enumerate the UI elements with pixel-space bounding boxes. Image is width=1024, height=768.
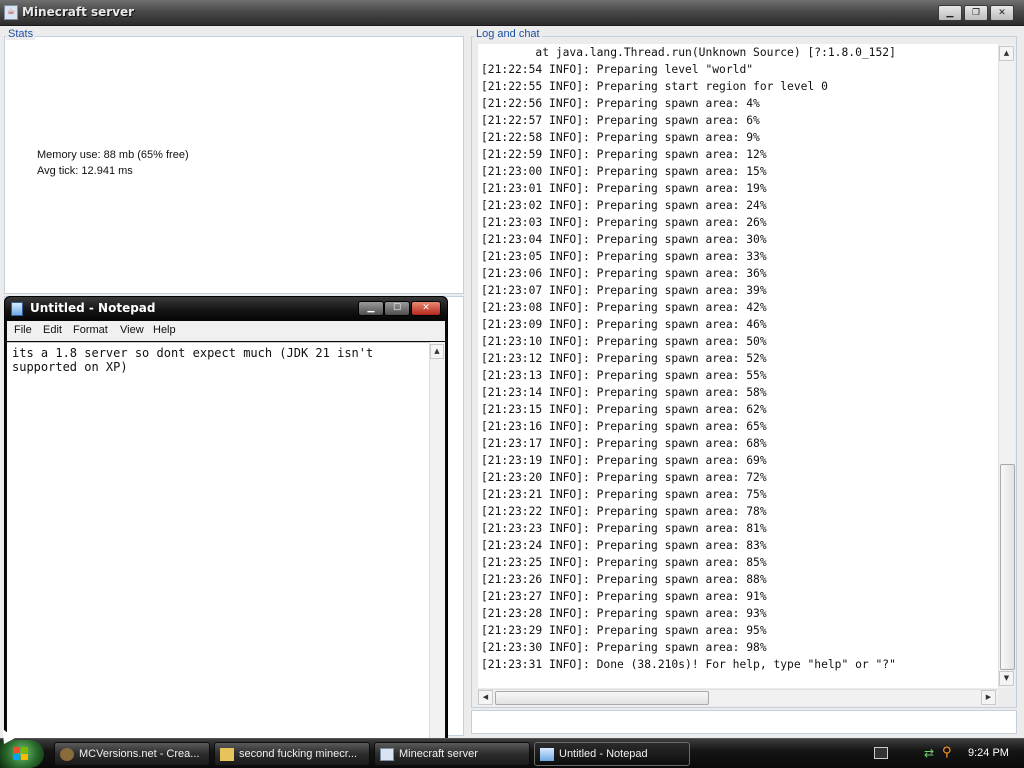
log-line: [21:23:24 INFO]: Preparing spawn area: 8… [481,539,767,552]
log-line: [21:23:14 INFO]: Preparing spawn area: 5… [481,386,767,399]
log-line: [21:23:23 INFO]: Preparing spawn area: 8… [481,522,767,535]
log-line: [21:23:27 INFO]: Preparing spawn area: 9… [481,590,767,603]
notepad-menubar: File Edit Format View Help [7,321,445,341]
taskbar-item-notepad[interactable]: Untitled - Notepad [534,742,690,766]
restore-button[interactable]: ❐ [964,5,988,21]
system-tray: ⇄ ⚲ 9:24 PM [872,742,1020,766]
log-line: [21:22:55 INFO]: Preparing start region … [481,80,828,93]
log-line: [21:23:15 INFO]: Preparing spawn area: 6… [481,403,767,416]
log-line: [21:22:58 INFO]: Preparing spawn area: 9… [481,131,760,144]
log-line: [21:23:19 INFO]: Preparing spawn area: 6… [481,454,767,467]
log-line: [21:22:54 INFO]: Preparing level "world" [481,63,754,76]
log-line: [21:23:13 INFO]: Preparing spawn area: 5… [481,369,767,382]
log-line: [21:23:07 INFO]: Preparing spawn area: 3… [481,284,767,297]
log-line: [21:23:26 INFO]: Preparing spawn area: 8… [481,573,767,586]
menu-help[interactable]: Help [153,324,176,336]
log-line: [21:23:03 INFO]: Preparing spawn area: 2… [481,216,767,229]
java-icon: ☕ [4,5,18,20]
scroll-left-arrow-icon[interactable]: ◀ [478,690,493,705]
menu-file[interactable]: File [14,324,32,336]
scroll-down-arrow-icon[interactable]: ▼ [999,671,1014,686]
log-vertical-thumb[interactable] [1000,464,1015,670]
notepad-close-button[interactable]: ✕ [411,301,441,316]
search-icon[interactable]: ⚲ [942,745,952,760]
notepad-scroll-up-icon[interactable]: ▲ [430,344,444,359]
menu-edit[interactable]: Edit [43,324,62,336]
scroll-up-arrow-icon[interactable]: ▲ [999,46,1014,61]
network-icon[interactable]: ⇄ [924,746,934,760]
notepad-minimize-button[interactable]: ▁ [358,301,384,316]
log-line: [21:23:31 INFO]: Done (38.210s)! For hel… [481,658,896,671]
stats-legend: Stats [6,28,36,40]
folder-icon [220,748,234,761]
taskbar-item-folder[interactable]: second fucking minecr... [214,742,370,766]
start-button[interactable] [0,740,44,768]
windows-logo-icon [13,747,29,761]
taskbar-item-minecraft-server[interactable]: Minecraft server [374,742,530,766]
log-line: [21:23:21 INFO]: Preparing spawn area: 7… [481,488,767,501]
notepad-window: Untitled - Notepad ▁ ☐ ✕ File Edit Forma… [4,296,448,742]
menu-format[interactable]: Format [73,324,108,336]
minimize-button[interactable]: ▁ [938,5,962,21]
minecraft-titlebar[interactable]: ☕ Minecraft server ▁ ❐ ✕ [0,0,1024,26]
notepad-text-area[interactable]: its a 1.8 server so dont expect much (JD… [7,342,429,738]
notepad-titlebar[interactable]: Untitled - Notepad ▁ ☐ ✕ [5,297,447,321]
log-line: [21:23:09 INFO]: Preparing spawn area: 4… [481,318,767,331]
log-line: [21:23:06 INFO]: Preparing spawn area: 3… [481,267,767,280]
log-horizontal-scrollbar[interactable]: ◀ ▶ [478,689,998,706]
log-line: [21:23:25 INFO]: Preparing spawn area: 8… [481,556,767,569]
taskbar: MCVersions.net - Crea... second fucking … [0,738,1024,768]
log-line: [21:23:08 INFO]: Preparing spawn area: 4… [481,301,767,314]
log-vertical-scrollbar[interactable]: ▲ ▼ [998,44,1015,688]
log-output[interactable]: at java.lang.Thread.run(Unknown Source) … [478,44,998,688]
log-line: [21:23:29 INFO]: Preparing spawn area: 9… [481,624,767,637]
browser-icon [60,748,74,761]
notepad-title: Untitled - Notepad [30,301,156,315]
log-line: [21:23:28 INFO]: Preparing spawn area: 9… [481,607,767,620]
java-icon [380,748,394,761]
log-line: [21:23:05 INFO]: Preparing spawn area: 3… [481,250,767,263]
avg-tick: Avg tick: 12.941 ms [37,165,133,177]
notepad-icon [540,748,554,761]
log-line: [21:23:00 INFO]: Preparing spawn area: 1… [481,165,767,178]
log-line: at java.lang.Thread.run(Unknown Source) … [481,46,896,59]
log-legend: Log and chat [474,28,542,40]
log-line: [21:23:30 INFO]: Preparing spawn area: 9… [481,641,767,654]
log-line: [21:23:17 INFO]: Preparing spawn area: 6… [481,437,767,450]
command-input[interactable] [471,710,1017,734]
notepad-maximize-button[interactable]: ☐ [384,301,410,316]
log-line: [21:23:04 INFO]: Preparing spawn area: 3… [481,233,767,246]
taskbar-item-mcversions[interactable]: MCVersions.net - Crea... [54,742,210,766]
log-line: [21:23:01 INFO]: Preparing spawn area: 1… [481,182,767,195]
notepad-content[interactable]: its a 1.8 server so dont expect much (JD… [7,343,417,374]
notepad-icon [11,302,23,316]
clock[interactable]: 9:24 PM [968,747,1009,759]
stats-panel: Memory use: 88 mb (65% free) Avg tick: 1… [4,36,464,294]
log-line: [21:23:20 INFO]: Preparing spawn area: 7… [481,471,767,484]
memory-usage: Memory use: 88 mb (65% free) [37,149,189,161]
window-title: Minecraft server [22,5,135,19]
menu-view[interactable]: View [120,324,144,336]
notepad-vertical-scrollbar[interactable]: ▲ [429,342,445,738]
log-line: [21:23:02 INFO]: Preparing spawn area: 2… [481,199,767,212]
log-line: [21:22:56 INFO]: Preparing spawn area: 4… [481,97,760,110]
log-line: [21:22:57 INFO]: Preparing spawn area: 6… [481,114,760,127]
log-line: [21:23:10 INFO]: Preparing spawn area: 5… [481,335,767,348]
log-line: [21:22:59 INFO]: Preparing spawn area: 1… [481,148,767,161]
log-line: [21:23:16 INFO]: Preparing spawn area: 6… [481,420,767,433]
keyboard-icon[interactable] [874,747,888,759]
log-line: [21:23:22 INFO]: Preparing spawn area: 7… [481,505,767,518]
scroll-right-arrow-icon[interactable]: ▶ [981,690,996,705]
close-button[interactable]: ✕ [990,5,1014,21]
log-line: [21:23:12 INFO]: Preparing spawn area: 5… [481,352,767,365]
log-horizontal-thumb[interactable] [495,691,709,705]
log-lines: at java.lang.Thread.run(Unknown Source) … [478,44,998,673]
